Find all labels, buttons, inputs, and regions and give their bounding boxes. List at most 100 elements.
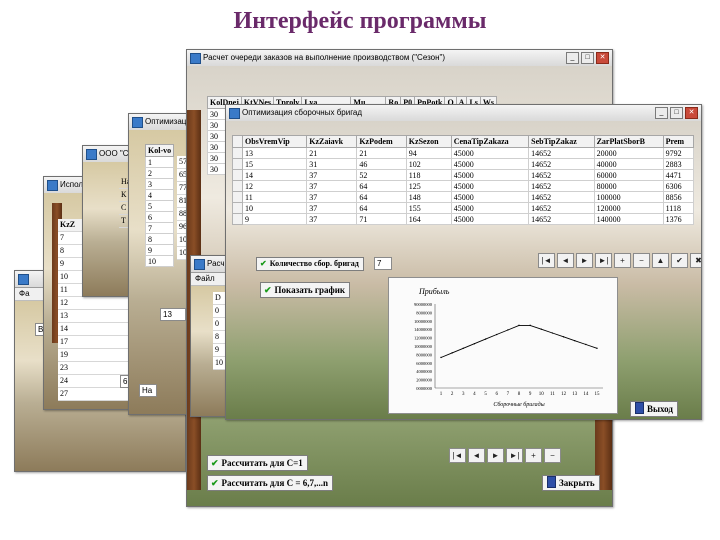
table-cell[interactable]: 31 <box>306 158 358 170</box>
table-cell[interactable]: 140000 <box>593 213 664 225</box>
table-row[interactable]: 13 21 21 94 45000 14652 20000 9792 <box>232 147 695 159</box>
column-header[interactable]: Kol-vo <box>144 144 175 157</box>
table-cell[interactable]: 80000 <box>593 180 664 192</box>
table-row[interactable]: 11 37 64 148 45000 14652 100000 8856 <box>232 191 695 203</box>
table-cell[interactable]: 14652 <box>528 180 595 192</box>
show-chart-button[interactable]: ✔ Показать график <box>260 282 351 298</box>
list-item[interactable]: 24 <box>58 375 128 388</box>
table-cell[interactable]: 46 <box>356 158 407 170</box>
delete-record-button[interactable]: − <box>544 448 561 463</box>
table-cell[interactable]: 8856 <box>662 191 695 203</box>
table-cell[interactable]: 4 <box>144 189 175 201</box>
column-header[interactable]: ZarPlatSborB <box>593 135 664 148</box>
exit-button[interactable]: Выход <box>630 401 678 417</box>
table-cell[interactable]: 155 <box>405 202 452 214</box>
table-cell[interactable]: 3 <box>144 178 175 190</box>
table-cell[interactable]: 164 <box>405 213 452 225</box>
last-record-button[interactable]: ►| <box>595 253 612 268</box>
table-cell[interactable]: 10 <box>241 202 308 214</box>
table-cell[interactable]: 45000 <box>450 147 530 159</box>
maximize-button[interactable]: □ <box>670 107 683 119</box>
table-cell[interactable]: 37 <box>306 213 358 225</box>
table-cell[interactable]: 102 <box>405 158 452 170</box>
calc-cn-button[interactable]: ✔ Рассчитать для C = 6,7,...n <box>207 475 333 491</box>
table-row[interactable]: 9 37 71 164 45000 14652 140000 1376 <box>232 213 695 225</box>
row-indicator[interactable] <box>232 147 243 159</box>
table-cell[interactable]: 9792 <box>662 147 695 159</box>
row-indicator[interactable] <box>232 158 243 170</box>
calc-c1-button[interactable]: ✔ Рассчитать для C=1 <box>207 455 308 471</box>
column-header[interactable]: KzSezon <box>405 135 452 148</box>
column-header[interactable]: SebTipZakaz <box>528 135 595 148</box>
table-cell[interactable]: 1376 <box>662 213 695 225</box>
brigade-count-field[interactable]: ✔ Количество сбор. бригад <box>256 257 364 271</box>
table-cell[interactable]: 94 <box>405 147 452 159</box>
list-item[interactable]: 12 <box>58 297 128 310</box>
table-cell[interactable]: 37 <box>306 202 358 214</box>
table-cell[interactable]: 64 <box>356 202 407 214</box>
row-indicator[interactable] <box>232 180 243 192</box>
edit-record-button[interactable]: ▲ <box>652 253 669 268</box>
list-item[interactable]: 17 <box>58 336 128 349</box>
row-indicator[interactable] <box>232 191 243 203</box>
table-cell[interactable]: 60000 <box>593 169 664 181</box>
table-cell[interactable]: 7 <box>144 222 175 234</box>
close-button[interactable]: ✕ <box>685 107 698 119</box>
table-cell[interactable]: 14652 <box>528 158 595 170</box>
table-cell[interactable]: 52 <box>356 169 407 181</box>
table-cell[interactable]: 45000 <box>450 213 530 225</box>
table-cell[interactable]: 148 <box>405 191 452 203</box>
table-cell[interactable]: 1118 <box>662 202 695 214</box>
column-header[interactable]: KzZaiavk <box>306 135 358 148</box>
table-cell[interactable]: 37 <box>306 180 358 192</box>
table-cell[interactable]: 45000 <box>450 180 530 192</box>
table-cell[interactable]: 118 <box>405 169 452 181</box>
cancel-record-button[interactable]: ✖ <box>690 253 701 268</box>
table-cell[interactable]: 21 <box>306 147 358 159</box>
table-cell[interactable]: 12 <box>241 180 308 192</box>
table-cell[interactable]: 2883 <box>662 158 695 170</box>
table-cell[interactable]: 14 <box>241 169 308 181</box>
column-header[interactable]: ObsVremVip <box>241 135 308 148</box>
column-header[interactable]: KzPodem <box>356 135 407 148</box>
first-record-button[interactable]: |◄ <box>449 448 466 463</box>
table-cell[interactable]: 10 <box>144 255 175 267</box>
table-cell[interactable]: 6 <box>144 211 175 223</box>
list-item[interactable]: 23 <box>58 362 128 375</box>
brigade-count-input[interactable]: 7 <box>374 257 392 270</box>
table-cell[interactable]: 20000 <box>593 147 664 159</box>
value-field[interactable]: 13 <box>160 308 186 321</box>
table-cell[interactable]: 45000 <box>450 158 530 170</box>
table-cell[interactable]: 45000 <box>450 191 530 203</box>
table-cell[interactable]: 14652 <box>528 169 595 181</box>
table-cell[interactable]: 100000 <box>593 191 664 203</box>
insert-record-button[interactable]: + <box>525 448 542 463</box>
table-row[interactable]: 10 37 64 155 45000 14652 120000 1118 <box>232 202 695 214</box>
table-cell[interactable]: 14652 <box>528 213 595 225</box>
list-item[interactable]: 19 <box>58 349 128 362</box>
table-cell[interactable]: 6306 <box>662 180 695 192</box>
close-button[interactable]: ✕ <box>596 52 609 64</box>
table-cell[interactable]: 1 <box>144 156 175 168</box>
table-cell[interactable]: 14652 <box>528 191 595 203</box>
table-row[interactable]: 14 37 52 118 45000 14652 60000 4471 <box>232 169 695 181</box>
list-item[interactable]: 13 <box>58 310 128 323</box>
minimize-button[interactable]: _ <box>566 52 579 64</box>
table-row[interactable]: 12 37 64 125 45000 14652 80000 6306 <box>232 180 695 192</box>
maximize-button[interactable]: □ <box>581 52 594 64</box>
post-record-button[interactable]: ✔ <box>671 253 688 268</box>
table-cell[interactable]: 120000 <box>593 202 664 214</box>
first-record-button[interactable]: |◄ <box>538 253 555 268</box>
table-cell[interactable]: 45000 <box>450 202 530 214</box>
table-cell[interactable]: 64 <box>356 180 407 192</box>
table-cell[interactable]: 8 <box>144 233 175 245</box>
next-record-button[interactable]: ► <box>576 253 593 268</box>
prior-record-button[interactable]: ◄ <box>557 253 574 268</box>
table-cell[interactable]: 15 <box>241 158 308 170</box>
row-indicator[interactable] <box>232 213 243 225</box>
table-cell[interactable]: 14652 <box>528 147 595 159</box>
table-cell[interactable]: 11 <box>241 191 308 203</box>
table-cell[interactable]: 9 <box>241 213 308 225</box>
table-cell[interactable]: 40000 <box>593 158 664 170</box>
table-cell[interactable]: 37 <box>306 191 358 203</box>
